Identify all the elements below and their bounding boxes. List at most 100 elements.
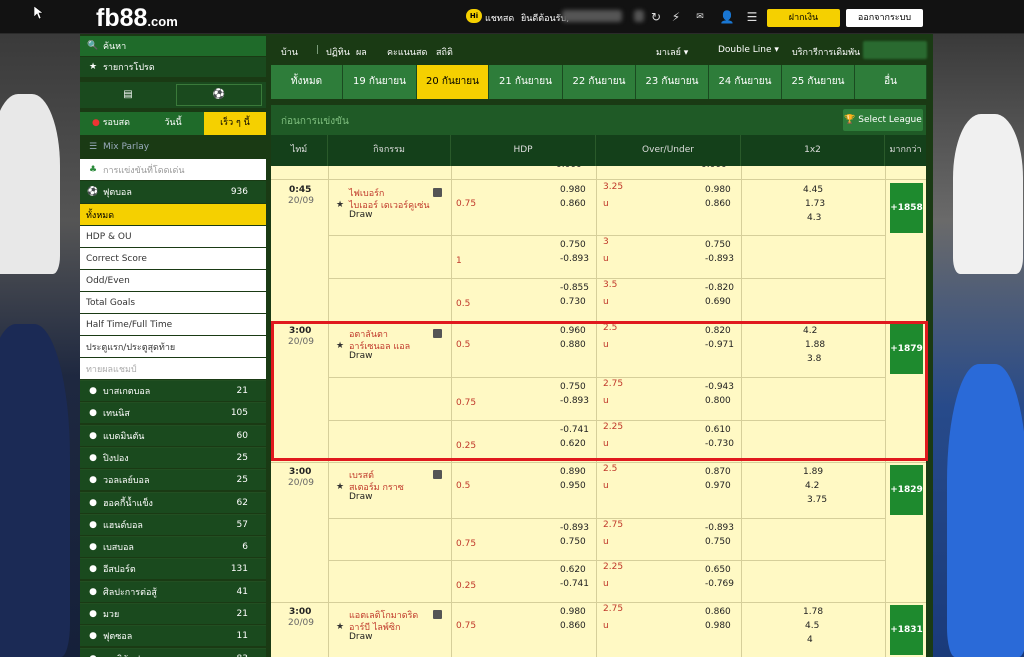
favorite-star-icon[interactable]: ★: [336, 200, 344, 210]
logout-button[interactable]: ออกจากระบบ: [846, 9, 923, 27]
date-tab-0[interactable]: ทั้งหมด: [271, 65, 343, 99]
hdp-home-odds[interactable]: -0.855: [560, 283, 589, 293]
over-odds[interactable]: 0.870: [705, 467, 731, 477]
sport-item-12[interactable]: ●อเมริกันฟุตบอล 83: [80, 647, 266, 657]
hdp-home-odds[interactable]: 0.750: [560, 240, 586, 250]
nav-results[interactable]: ผล: [356, 45, 367, 59]
under-odds[interactable]: -0.769: [705, 579, 734, 589]
odds-2[interactable]: 4.3: [807, 213, 821, 223]
sport-item-2[interactable]: ● แบดมินตัน 60: [80, 424, 266, 446]
date-tab-5[interactable]: 23 กันยายน: [636, 65, 709, 99]
date-tab-4[interactable]: 22 กันยายน: [563, 65, 636, 99]
odds-x[interactable]: 4.2: [805, 481, 819, 491]
under-odds[interactable]: 0.980: [705, 621, 731, 631]
under-odds[interactable]: 0.860: [705, 199, 731, 209]
favorite-star-icon[interactable]: ★: [336, 482, 344, 492]
grid-view-icon[interactable]: ⚽: [176, 84, 262, 106]
over-odds[interactable]: -0.893: [705, 523, 734, 533]
under-odds[interactable]: 0.690: [705, 297, 731, 307]
under-odds[interactable]: 0.800: [705, 396, 731, 406]
select-league-button[interactable]: 🏆 Select League: [843, 109, 923, 131]
messages-icon[interactable]: ✉: [692, 9, 708, 25]
hdp-away-odds[interactable]: 0.880: [560, 340, 586, 350]
over-odds[interactable]: 0.820: [705, 326, 731, 336]
hdp-away-odds[interactable]: -0.893: [560, 396, 589, 406]
more-markets-button[interactable]: +1831: [890, 605, 923, 655]
football-sub-2[interactable]: Correct Score: [80, 248, 266, 269]
sport-item-7[interactable]: ● เบสบอล 6: [80, 536, 266, 558]
over-odds[interactable]: 0.750: [705, 240, 731, 250]
nav-live-score[interactable]: คะแนนสด: [387, 45, 427, 59]
list-view-icon[interactable]: ▤: [86, 84, 170, 106]
search-button[interactable]: 🔍 ค้นหา: [80, 36, 266, 56]
odds-x[interactable]: 4.5: [805, 621, 819, 631]
tab-live[interactable]: ● รอบสด: [80, 112, 142, 135]
more-markets-button[interactable]: +1879: [890, 324, 923, 374]
hdp-away-odds[interactable]: 0.750: [560, 537, 586, 547]
hdp-away-odds[interactable]: 0.860: [560, 621, 586, 631]
date-tab-8[interactable]: อื่น: [855, 65, 927, 99]
favorite-star-icon[interactable]: ★: [336, 341, 344, 351]
under-odds[interactable]: 0.750: [705, 537, 731, 547]
nav-calendar[interactable]: ปฏิทิน: [326, 45, 350, 59]
hdp-home-odds[interactable]: 0.750: [560, 382, 586, 392]
nav-stats[interactable]: สถิติ: [436, 45, 453, 59]
sport-item-8[interactable]: ● อีสปอร์ต 131: [80, 558, 266, 580]
hdp-home-odds[interactable]: 0.620: [560, 565, 586, 575]
sport-item-3[interactable]: ● ปิงปอง 25: [80, 446, 266, 468]
betting-services-link[interactable]: บริการีการเดิมพัน: [792, 45, 860, 59]
over-odds[interactable]: 0.610: [705, 425, 731, 435]
hdp-away-odds[interactable]: 0.620: [560, 439, 586, 449]
over-odds[interactable]: 0.650: [705, 565, 731, 575]
sport-item-11[interactable]: ● ฟุตซอล 11: [80, 625, 266, 647]
tab-today[interactable]: วันนี้: [142, 112, 204, 135]
hdp-away-odds[interactable]: 0.730: [560, 297, 586, 307]
football-sub-1[interactable]: HDP & OU: [80, 226, 266, 247]
refresh-icon[interactable]: ↻: [648, 9, 664, 25]
over-odds[interactable]: 0.860: [705, 607, 731, 617]
hdp-home-odds[interactable]: 0.980: [560, 185, 586, 195]
over-odds[interactable]: -0.820: [705, 283, 734, 293]
football-sub-3[interactable]: Odd/Even: [80, 270, 266, 291]
favorite-star-icon[interactable]: ★: [336, 622, 344, 632]
line-type-select[interactable]: Double Line ▾: [718, 45, 779, 55]
odds-type-select[interactable]: มาเลย์ ▾: [656, 45, 688, 59]
hdp-home-odds[interactable]: 0.980: [560, 607, 586, 617]
odds-1[interactable]: 1.89: [803, 467, 823, 477]
live-chat-link[interactable]: แชทสด: [485, 11, 514, 25]
sport-item-4[interactable]: ● วอลเลย์บอล 25: [80, 469, 266, 491]
stats-chart-icon[interactable]: [433, 188, 442, 197]
chat-icon[interactable]: Hi: [466, 9, 482, 23]
odds-2[interactable]: 3.8: [807, 354, 821, 364]
sport-item-1[interactable]: ● เทนนิส 105: [80, 402, 266, 424]
hdp-home-odds[interactable]: -0.741: [560, 425, 589, 435]
tab-upcoming[interactable]: เร็ว ๆ นี้: [204, 112, 266, 135]
stats-chart-icon[interactable]: [433, 329, 442, 338]
football-sub-4[interactable]: Total Goals: [80, 292, 266, 313]
date-tab-7[interactable]: 25 กันยายน: [782, 65, 855, 99]
odds-2[interactable]: 3.75: [807, 495, 827, 505]
sport-item-5[interactable]: ● ฮอคกี้น้ำแข็ง 62: [80, 491, 266, 513]
under-odds[interactable]: -0.893: [705, 254, 734, 264]
date-tab-2[interactable]: 20 กันยายน: [417, 65, 489, 99]
transfer-icon[interactable]: ⚡: [668, 9, 684, 25]
under-odds[interactable]: 0.970: [705, 481, 731, 491]
hdp-away-odds[interactable]: 0.950: [560, 481, 586, 491]
more-markets-button[interactable]: +1858: [890, 183, 923, 233]
under-odds[interactable]: -0.971: [705, 340, 734, 350]
site-logo[interactable]: fb88.com: [96, 4, 178, 33]
football-sub-5[interactable]: Half Time/Full Time: [80, 314, 266, 335]
date-tab-1[interactable]: 19 กันยายน: [343, 65, 417, 99]
football-sub-0[interactable]: ทั้งหมด: [80, 204, 266, 225]
odds-2[interactable]: 4: [807, 635, 813, 645]
date-tab-3[interactable]: 21 กันยายน: [489, 65, 563, 99]
mix-parlay-button[interactable]: ☰ Mix Parlay: [80, 137, 266, 157]
under-odds[interactable]: -0.730: [705, 439, 734, 449]
hdp-home-odds[interactable]: -0.893: [560, 523, 589, 533]
odds-1[interactable]: 1.78: [803, 607, 823, 617]
football-sub-6[interactable]: ประตูแรก/ประตูสุดท้าย: [80, 336, 266, 357]
stats-chart-icon[interactable]: [433, 610, 442, 619]
sport-football[interactable]: ⚽ ฟุตบอล 936: [80, 181, 266, 203]
odds-x[interactable]: 1.88: [805, 340, 825, 350]
hdp-away-odds[interactable]: 0.860: [560, 199, 586, 209]
